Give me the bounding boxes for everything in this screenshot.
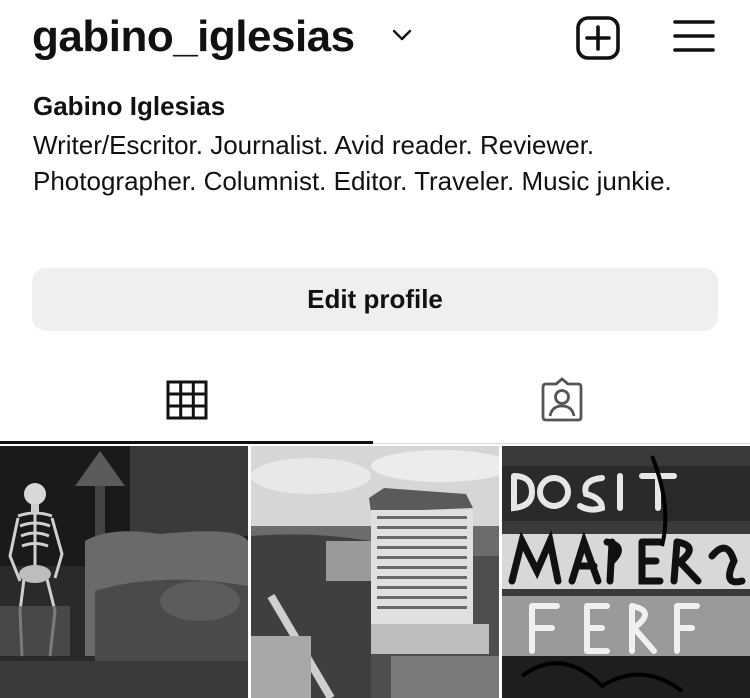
post-thumbnail[interactable] [0, 446, 248, 698]
photo-city-building [251, 446, 499, 698]
tab-posts-grid[interactable] [0, 360, 375, 444]
tab-tagged[interactable] [375, 360, 750, 444]
tagged-person-icon [541, 377, 583, 422]
post-thumbnail[interactable] [502, 446, 750, 698]
chevron-down-icon[interactable] [391, 28, 413, 42]
edit-profile-button[interactable]: Edit profile [32, 268, 718, 331]
grid-icon [166, 380, 208, 420]
photo-graffiti-wall [502, 446, 750, 698]
active-tab-indicator [0, 441, 373, 444]
plus-square-icon[interactable] [575, 15, 621, 61]
hamburger-menu-icon[interactable] [672, 18, 716, 54]
profile-header: gabino_iglesias [0, 0, 750, 80]
post-thumbnail[interactable] [251, 446, 499, 698]
photo-skeleton-parlor [0, 446, 248, 698]
display-name: Gabino Iglesias [33, 91, 226, 121]
profile-bio: Writer/Escritor. Journalist. Avid reader… [33, 130, 672, 196]
username[interactable]: gabino_iglesias [32, 12, 355, 62]
